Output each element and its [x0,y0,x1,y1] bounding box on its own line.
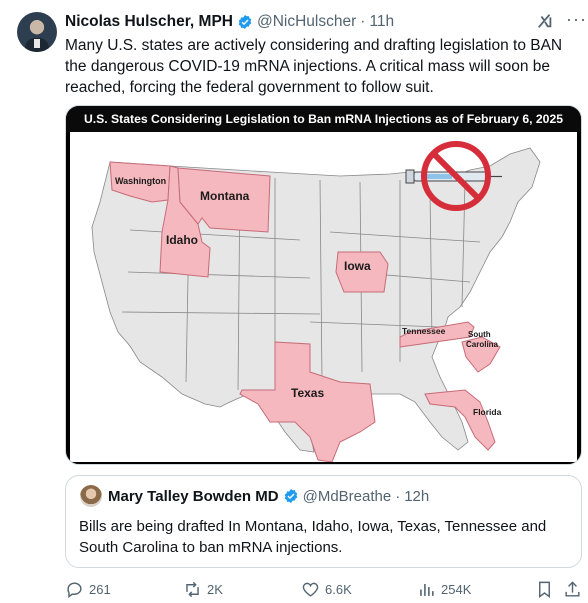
views-count: 254K [441,582,472,597]
quoted-author-name[interactable]: Mary Talley Bowden MD [108,488,279,505]
quoted-text: Bills are being drafted In Montana, Idah… [79,518,547,556]
action-bar: 261 2K 6.6K 254K [65,580,585,602]
map-title: U.S. States Considering Legislation to B… [66,106,581,132]
tweet-text: Many U.S. states are actively considerin… [65,37,563,96]
label-south-carolina-line2: Carolina [466,340,499,349]
verified-badge-icon [238,15,252,29]
label-iowa: Iowa [344,259,371,273]
repost-button[interactable]: 2K [183,580,223,599]
label-south-carolina-line1: South [468,330,491,339]
us-map-svg: Washington Montana Idaho Iowa Texas Tenn… [91,141,541,462]
separator-dot: · [360,13,366,30]
share-button[interactable] [563,580,587,599]
bookmark-icon [539,581,550,599]
media-image[interactable]: U.S. States Considering Legislation to B… [65,105,582,465]
views-chart-icon [420,583,434,596]
tweet-header: Nicolas Hulscher, MPH @NicHulscher · 11h [65,12,394,32]
label-florida: Florida [473,407,502,417]
label-texas: Texas [291,386,324,400]
label-tennessee: Tennessee [402,326,446,336]
reply-count: 261 [89,582,111,597]
label-idaho: Idaho [166,233,198,247]
quoted-header: Mary Talley Bowden MD @MdBreathe · 12h [108,486,429,506]
us-map: Washington Montana Idaho Iowa Texas Tenn… [70,132,577,462]
post-time[interactable]: 11h [369,13,394,31]
avatar-collar [34,39,40,48]
like-button[interactable]: 6.6K [301,580,352,599]
heart-icon [302,582,319,597]
quoted-separator-dot: · [395,487,401,505]
bookmark-button[interactable] [535,580,559,599]
reply-icon [67,582,82,599]
share-icon [565,581,580,597]
repost-count: 2K [207,582,223,597]
label-montana: Montana [200,189,250,203]
author-name[interactable]: Nicolas Hulscher, MPH [65,13,233,31]
like-count: 6.6K [325,582,352,597]
quoted-author-handle[interactable]: @MdBreathe [303,488,392,505]
label-washington: Washington [115,176,166,186]
tweet[interactable]: Nicolas Hulscher, MPH @NicHulscher · 11h… [0,0,588,603]
more-options-icon[interactable]: ··· [566,10,586,32]
repost-icon [186,581,199,598]
quoted-post-time[interactable]: 12h [404,488,429,505]
quoted-verified-badge-icon [284,489,297,503]
quoted-tweet[interactable]: Mary Talley Bowden MD @MdBreathe · 12h B… [65,475,582,568]
quoted-author-avatar[interactable] [80,485,102,507]
grok-icon[interactable] [536,12,554,30]
author-handle[interactable]: @NicHulscher [257,13,356,31]
views-button[interactable]: 254K [417,580,471,599]
reply-button[interactable]: 261 [65,580,111,599]
author-avatar[interactable] [17,12,57,52]
